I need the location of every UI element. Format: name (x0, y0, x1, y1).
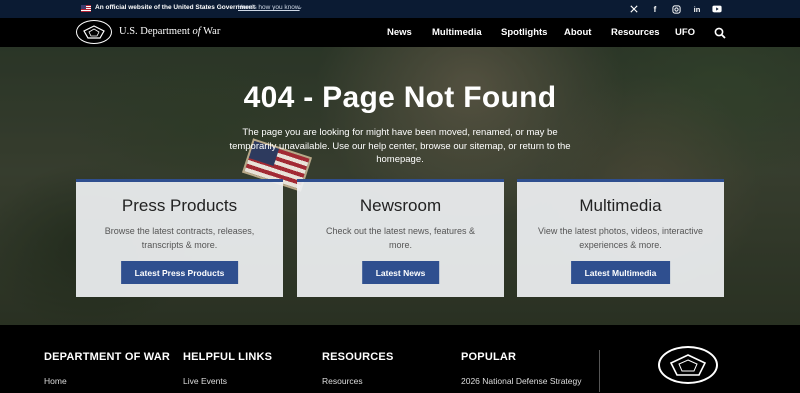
official-site-text: An official website of the United States… (95, 4, 255, 11)
heres-how-you-know-link[interactable]: Here's how you know (238, 4, 300, 11)
instagram-icon[interactable] (669, 3, 683, 15)
gov-banner: An official website of the United States… (0, 0, 800, 18)
hero-section: 404 - Page Not Found The page you are lo… (0, 47, 800, 325)
card-description: Check out the latest news, features & mo… (325, 226, 476, 250)
nav-resources[interactable]: Resources (611, 27, 660, 38)
footer-link-live-events[interactable]: Live Events (183, 376, 227, 386)
footer-link-home[interactable]: Home (44, 376, 67, 386)
footer-link-resources[interactable]: Resources (322, 376, 363, 386)
pentagon-seal-logo[interactable] (76, 20, 112, 44)
latest-multimedia-button[interactable]: Latest Multimedia (570, 261, 671, 284)
footer-heading-resources: RESOURCES (322, 351, 394, 363)
footer-heading-helpful-links: HELPFUL LINKS (183, 351, 273, 363)
nav-multimedia[interactable]: Multimedia (432, 27, 482, 38)
error-message: The page you are looking for might have … (229, 127, 571, 165)
footer-heading-popular: POPULAR (461, 351, 517, 363)
card-press-products: Press Products Browse the latest contrac… (76, 179, 283, 297)
latest-news-button[interactable]: Latest News (361, 261, 440, 284)
card-title: Press Products (121, 196, 238, 215)
chevron-down-icon[interactable]: ⌄ (297, 3, 303, 11)
card-title: Multimedia (579, 196, 662, 215)
linkedin-icon[interactable]: in (690, 3, 704, 15)
nav-news[interactable]: News (387, 27, 412, 38)
site-brand[interactable]: U.S. Department of War (119, 26, 220, 37)
page-title: 404 - Page Not Found (243, 81, 557, 114)
footer-link-national-defense-strategy[interactable]: 2026 National Defense Strategy (461, 376, 582, 386)
nav-ufo[interactable]: UFO (675, 27, 695, 38)
search-icon[interactable] (714, 26, 726, 39)
footer-heading-department: DEPARTMENT OF WAR (44, 351, 171, 363)
nav-about[interactable]: About (564, 27, 591, 38)
facebook-icon[interactable]: f (648, 3, 662, 15)
youtube-icon[interactable] (710, 3, 724, 15)
nav-spotlights[interactable]: Spotlights (501, 27, 547, 38)
card-description: Browse the latest contracts, releases, t… (104, 226, 255, 250)
card-newsroom: Newsroom Check out the latest news, feat… (297, 179, 504, 297)
site-footer: DEPARTMENT OF WAR Home HELPFUL LINKS Liv… (0, 325, 800, 393)
site-header: U.S. Department of War News Multimedia S… (0, 18, 800, 47)
x-icon[interactable] (627, 3, 641, 15)
latest-press-products-button[interactable]: Latest Press Products (120, 261, 239, 284)
footer-divider (599, 350, 600, 392)
card-description: View the latest photos, videos, interact… (538, 226, 703, 250)
card-multimedia: Multimedia View the latest photos, video… (517, 179, 724, 297)
pentagon-seal-logo[interactable] (658, 346, 718, 384)
us-flag-icon (81, 5, 91, 12)
card-title: Newsroom (359, 196, 442, 215)
